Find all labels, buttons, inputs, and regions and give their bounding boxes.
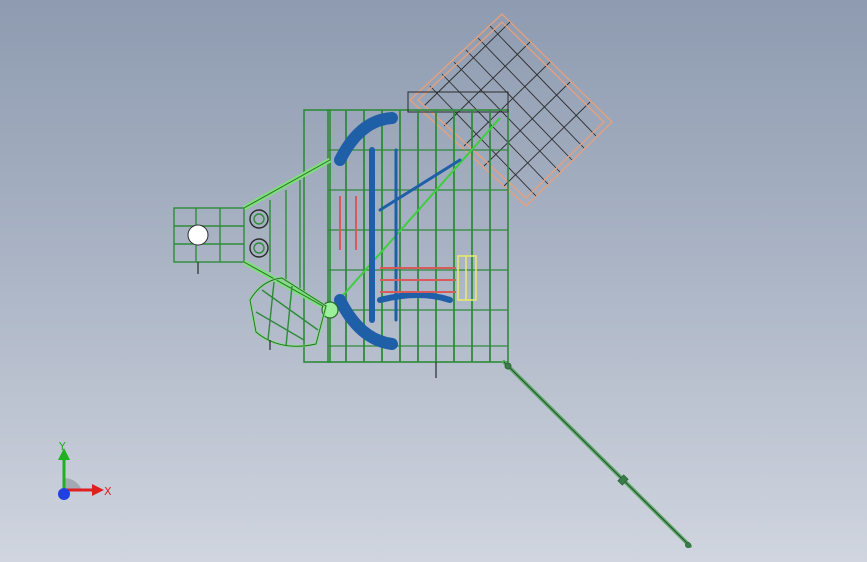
3d-model-view[interactable] bbox=[0, 0, 867, 562]
boom-arm bbox=[502, 360, 692, 548]
x-axis-label: X bbox=[104, 485, 112, 498]
z-axis bbox=[58, 488, 70, 500]
triad-plane bbox=[64, 478, 82, 490]
coordinate-triad: Y X bbox=[58, 440, 112, 500]
y-axis-label: Y bbox=[58, 440, 66, 453]
yellow-detail bbox=[457, 255, 477, 301]
x-axis-arrow bbox=[92, 484, 104, 496]
cad-viewport[interactable]: Y X bbox=[0, 0, 867, 562]
white-hub bbox=[187, 224, 209, 246]
